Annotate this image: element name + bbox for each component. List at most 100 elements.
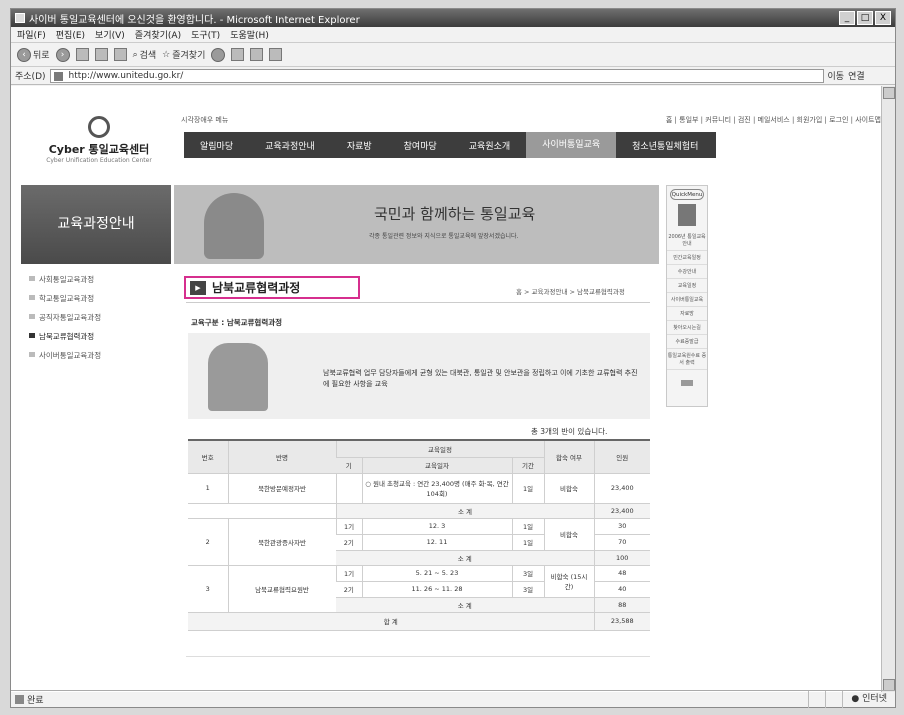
gnb-item-courses[interactable]: 교육과정안내 (249, 139, 331, 152)
menu-favorites[interactable]: 즐겨찾기(A) (135, 28, 181, 41)
toolbar: ‹ 뒤로 › ⌕ 검색 ☆ 즐겨찾기 (11, 43, 895, 67)
logo-name: Cyber 통일교육센터 (48, 143, 150, 156)
mail-button[interactable] (231, 48, 245, 61)
maximize-button[interactable]: □ (857, 11, 873, 25)
refresh-button[interactable] (94, 48, 108, 61)
links-button[interactable]: 연결 (848, 69, 865, 82)
refresh-icon (94, 48, 108, 61)
site-logo[interactable]: Cyber 통일교육센터 Cyber Unification Education… (29, 116, 169, 164)
menu-help[interactable]: 도움말(H) (230, 28, 269, 41)
cell-term (335, 473, 362, 504)
address-input[interactable]: http://www.unitedu.go.kr/ (49, 68, 824, 83)
class-count: 총 3개의 반이 있습니다. (531, 427, 608, 436)
menu-edit[interactable]: 편집(E) (56, 28, 85, 41)
cell-lodging: 비합숙 (543, 518, 594, 551)
search-label: 검색 (139, 51, 157, 61)
main-banner: 국민과 함께하는 통일교육 각종 통일관련 정보와 지식으로 통일교육에 앞장서… (174, 185, 659, 264)
cell-term: 2기 (336, 534, 362, 551)
quick-item[interactable]: 찾아오시는길 (667, 321, 707, 335)
gnb-item-resources[interactable]: 자료방 (331, 139, 388, 152)
gnb-item-cyber[interactable]: 사이버통일교육 (526, 132, 617, 158)
total-value: 23,588 (593, 612, 650, 631)
subtotal-value: 100 (593, 550, 650, 566)
forward-button[interactable]: › (55, 47, 70, 62)
gnb-item-about[interactable]: 교육원소개 (453, 139, 526, 152)
cell-no: 2 (188, 518, 228, 566)
cell-dates: ○ 원내 초청교육 : 연간 23,400명 (매주 화·목, 연간 104회) (361, 473, 512, 504)
cell-dates: 12. 3 (361, 518, 512, 535)
page-title-box: ▶ 남북교류협력과정 (184, 276, 360, 299)
quick-item[interactable]: 수료증발급 (667, 335, 707, 349)
left-nav-item-cyber[interactable]: 사이버통일교육과정 (29, 350, 169, 361)
home-button[interactable] (113, 48, 127, 61)
back-label: 뒤로 (33, 51, 50, 61)
table-row: 1 북한방문예정자반 ○ 원내 초청교육 : 연간 23,400명 (매주 화·… (188, 473, 650, 504)
minimize-button[interactable]: _ (839, 11, 855, 25)
status-text: 완료 (27, 695, 44, 706)
scroll-up-arrow-icon[interactable] (883, 87, 895, 99)
cell-class: 남북교류협력요원반 (227, 565, 336, 613)
cell-no: 1 (188, 473, 228, 504)
print-button[interactable] (250, 48, 264, 61)
gnb-item-youth[interactable]: 청소년통일체험터 (616, 139, 714, 152)
divider (186, 302, 650, 303)
quick-item[interactable]: 사이버통일교육 (667, 293, 707, 307)
skip-menu-link[interactable]: 시각장애우 메뉴 (181, 115, 228, 125)
logo-mark-icon (88, 116, 110, 138)
cell-term: 1기 (335, 565, 362, 582)
page-done-icon (15, 694, 24, 704)
left-nav-item-social[interactable]: 사회통일교육과정 (29, 274, 169, 285)
close-button[interactable]: X (875, 11, 891, 25)
quick-item[interactable]: 통일교육원수료 증서 출력 (667, 349, 707, 370)
gnb-item-participation[interactable]: 참여마당 (388, 139, 453, 152)
menu-tools[interactable]: 도구(T) (191, 28, 220, 41)
status-bar: 완료 ● 인터넷 (11, 690, 895, 708)
quick-item[interactable]: 2006년 통일교육안내 (667, 230, 707, 251)
stop-button[interactable] (75, 48, 89, 61)
vertical-scrollbar[interactable] (881, 86, 895, 692)
search-button[interactable]: ⌕ 검색 (133, 48, 157, 62)
edit-icon (269, 48, 283, 61)
left-nav-item-school[interactable]: 학교통일교육과정 (29, 293, 169, 304)
course-description: 남북교류협력 업무 담당자들에게 균형 있는 대북관, 통일관 및 안보관을 정… (323, 369, 638, 388)
course-info-box: 남북교류협력 업무 담당자들에게 균형 있는 대북관, 통일관 및 안보관을 정… (188, 333, 650, 419)
cell-lodging: 비합숙 (15시간) (543, 565, 594, 598)
cell-people: 23,400 (593, 473, 650, 504)
star-icon: ☆ (162, 49, 171, 60)
cell-period: 1일 (511, 473, 544, 504)
back-arrow-icon: ‹ (17, 47, 31, 62)
quick-item[interactable]: 자료방 (667, 307, 707, 321)
play-icon: ▶ (190, 280, 206, 295)
history-icon (211, 47, 226, 62)
th-class: 반명 (227, 439, 336, 474)
gnb-item-notice[interactable]: 알림마당 (184, 139, 249, 152)
back-button[interactable]: ‹ 뒤로 (17, 47, 50, 62)
history-button[interactable] (211, 47, 226, 62)
computer-icon (678, 204, 696, 226)
favorites-button[interactable]: ☆ 즐겨찾기 (162, 48, 205, 62)
quick-item[interactable]: 민간교육일정 (667, 251, 707, 265)
subtotal-label: 소 계 (336, 597, 594, 613)
th-period: 기간 (511, 457, 544, 474)
utility-links[interactable]: 홈 | 통일부 | 커뮤니티 | 검진 | 메일서비스 | 회원가입 | 로그인… (666, 115, 881, 125)
browser-window: 사이버 통일교육센터에 오신것을 환영합니다. - Microsoft Inte… (10, 8, 896, 708)
menu-view[interactable]: 보기(V) (95, 28, 125, 41)
quick-menu: QuickMenu 2006년 통일교육안내 민간교육일정 수강안내 교육일정 … (666, 185, 708, 407)
left-nav-item-official[interactable]: 공직자통일교육과정 (29, 312, 169, 323)
cell-people: 40 (593, 581, 650, 598)
edit-button[interactable] (269, 48, 283, 61)
top-scroll-icon[interactable] (681, 380, 693, 386)
menu-file[interactable]: 파일(F) (17, 28, 46, 41)
th-schedule: 교육일정 (335, 439, 544, 458)
address-label: 주소(D) (15, 72, 46, 82)
subtotal-value: 88 (593, 597, 650, 613)
quick-menu-title: QuickMenu (670, 189, 704, 200)
banner-figure-image (204, 193, 264, 259)
quick-item[interactable]: 수강안내 (667, 265, 707, 279)
cell-period: 3일 (511, 565, 544, 582)
go-button[interactable]: 이동 (828, 69, 845, 82)
cell-no: 3 (188, 565, 228, 613)
quick-item[interactable]: 교육일정 (667, 279, 707, 293)
page-bottom-divider (186, 656, 650, 657)
left-nav-item-exchange[interactable]: 남북교류협력과정 (29, 331, 169, 342)
